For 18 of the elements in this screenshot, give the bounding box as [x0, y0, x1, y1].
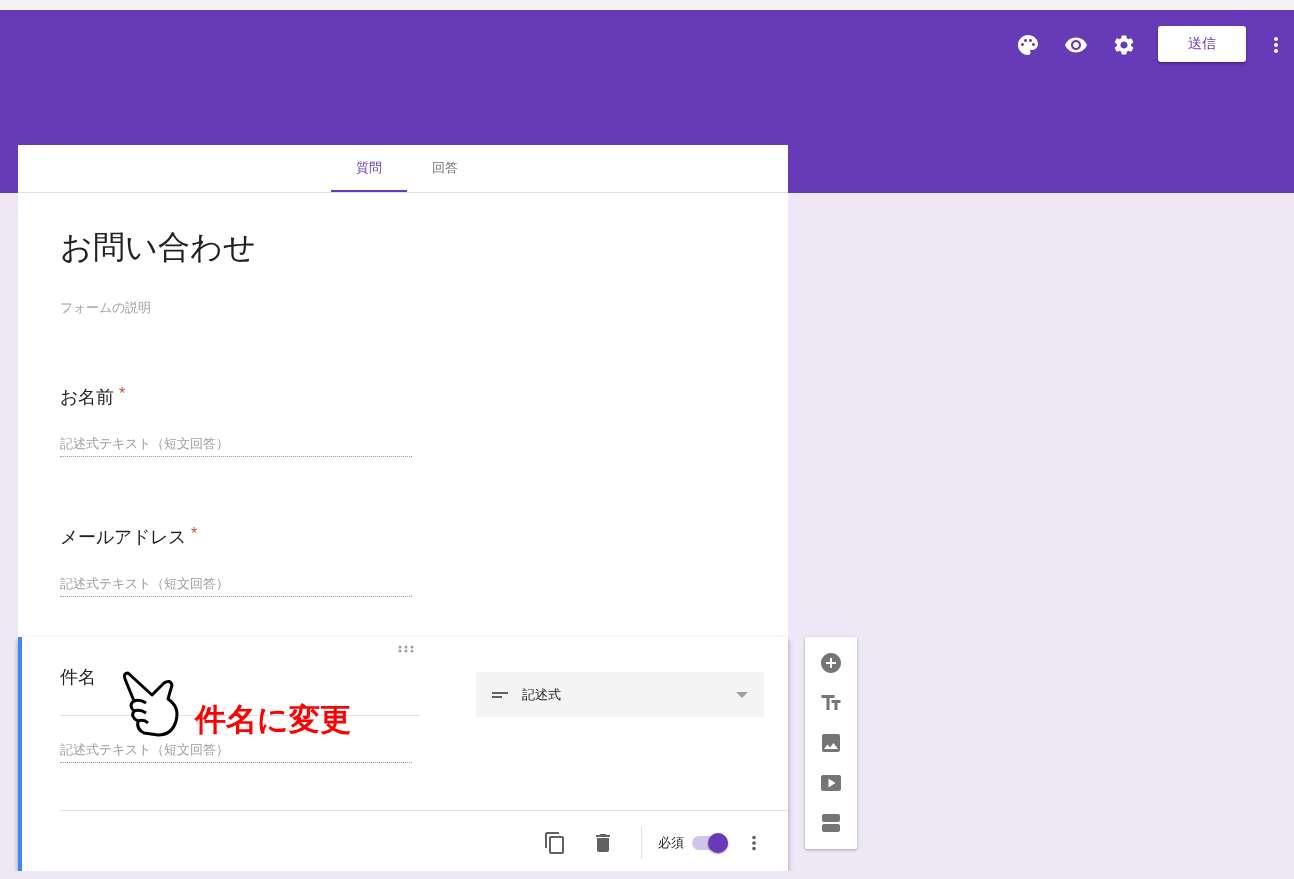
required-mark: * — [119, 385, 126, 404]
required-mark: * — [191, 525, 198, 544]
question-title: メールアドレス — [60, 526, 186, 549]
tab[interactable]: 回答 — [407, 145, 483, 192]
required-label: 必須 — [658, 833, 684, 852]
tab[interactable]: 質問 — [331, 145, 407, 192]
answer-field: 記述式テキスト（短文回答） — [60, 741, 412, 763]
answer-field: 記述式テキスト（短文回答） — [60, 575, 412, 597]
send-button[interactable]: 送信 — [1158, 26, 1246, 62]
toggle-thumb[interactable] — [708, 832, 728, 853]
form-title[interactable]: お問い合わせ — [60, 227, 746, 267]
question-type-dropdown[interactable]: 記述式 — [476, 672, 764, 717]
required-toggle[interactable] — [692, 835, 728, 850]
short-text-icon — [492, 691, 508, 698]
dropdown-arrow-icon — [736, 691, 748, 698]
drag-handle-icon[interactable] — [398, 645, 414, 653]
question-title: お名前 — [60, 386, 114, 409]
answer-field: 記述式テキスト（短文回答） — [60, 435, 412, 457]
